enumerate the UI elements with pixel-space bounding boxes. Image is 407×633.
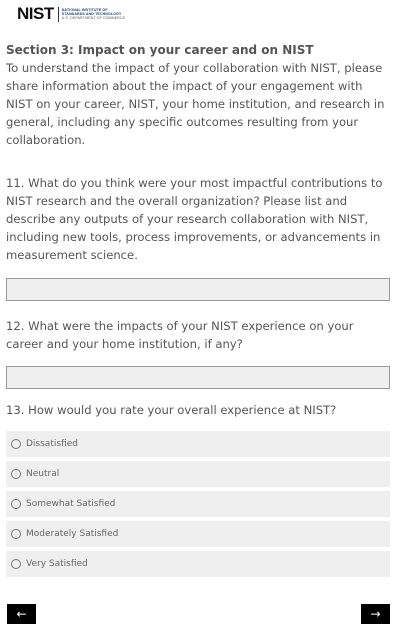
question-12-text: 12. What were the impacts of your NIST e…: [6, 319, 354, 351]
option-neutral[interactable]: Neutral: [6, 461, 390, 487]
section-description: To understand the impact of your collabo…: [6, 61, 385, 147]
option-dissatisfied[interactable]: Dissatisfied: [6, 431, 390, 457]
option-very-satisfied[interactable]: Very Satisfied: [6, 551, 390, 577]
question-13-options: Dissatisfied Neutral Somewhat Satisfied …: [6, 431, 390, 577]
radio-circle-icon[interactable]: [11, 559, 21, 569]
question-11-text: 11. What do you think were your most imp…: [6, 176, 383, 262]
option-label: Very Satisfied: [26, 559, 88, 569]
option-label: Moderately Satisfied: [26, 529, 119, 539]
option-label: Dissatisfied: [26, 439, 78, 449]
option-somewhat-satisfied[interactable]: Somewhat Satisfied: [6, 491, 390, 517]
nist-logo: NIST NATIONAL INSTITUTE OF STANDARDS AND…: [17, 4, 125, 23]
section-title: Section 3: Impact on your career and on …: [6, 43, 314, 57]
question-11-input[interactable]: [6, 278, 390, 301]
logo-divider: [57, 6, 59, 22]
option-label: Somewhat Satisfied: [26, 499, 116, 509]
radio-circle-icon[interactable]: [11, 439, 21, 449]
survey-page: NIST NATIONAL INSTITUTE OF STANDARDS AND…: [0, 0, 407, 633]
radio-circle-icon[interactable]: [11, 529, 21, 539]
previous-button[interactable]: ←: [7, 604, 36, 624]
radio-circle-icon[interactable]: [11, 499, 21, 509]
logo-line-3: U.S. DEPARTMENT OF COMMERCE: [61, 16, 126, 21]
next-button[interactable]: →: [361, 604, 390, 624]
logo-mark: NIST: [17, 4, 54, 23]
option-moderately-satisfied[interactable]: Moderately Satisfied: [6, 521, 390, 547]
question-13-text: 13. How would you rate your overall expe…: [6, 403, 337, 417]
radio-circle-icon[interactable]: [11, 469, 21, 479]
option-label: Neutral: [26, 469, 60, 479]
logo-text: NATIONAL INSTITUTE OF STANDARDS AND TECH…: [62, 8, 125, 21]
question-12-input[interactable]: [6, 366, 390, 389]
survey-content: Section 3: Impact on your career and on …: [6, 42, 390, 581]
